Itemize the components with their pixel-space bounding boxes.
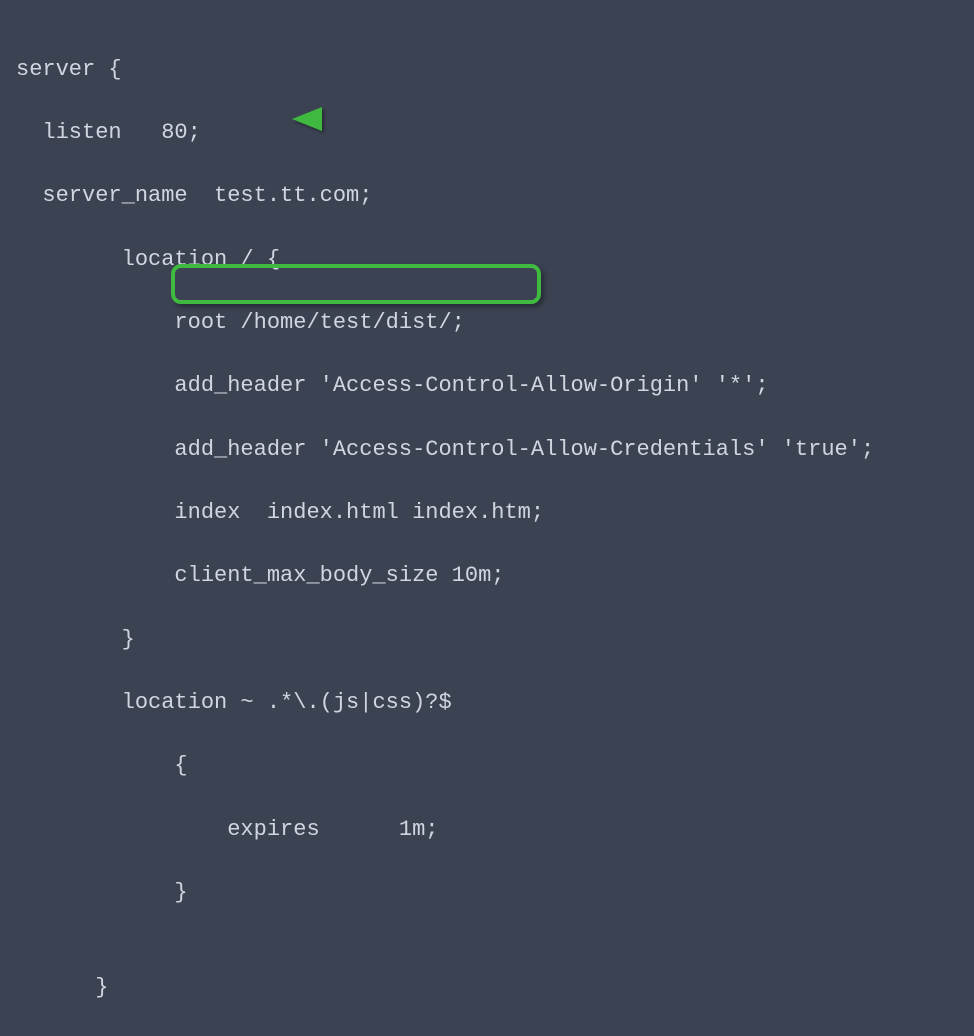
code-line: expires 1m; xyxy=(16,814,958,846)
code-line: add_header 'Access-Control-Allow-Origin'… xyxy=(16,370,958,402)
code-line: server_name test.tt.com; xyxy=(16,180,958,212)
code-line: } xyxy=(16,624,958,656)
code-line: { xyxy=(16,750,958,782)
code-line: location ~ .*\.(js|css)?$ xyxy=(16,687,958,719)
nginx-config-code: server { listen 80; server_name test.tt.… xyxy=(16,22,958,1036)
highlight-annotation xyxy=(171,264,541,304)
code-line: index index.html index.htm; xyxy=(16,497,958,529)
code-line: } xyxy=(16,972,958,1004)
code-line: add_header 'Access-Control-Allow-Credent… xyxy=(16,434,958,466)
code-line: server { xyxy=(16,54,958,86)
code-line-highlighted: client_max_body_size 10m; xyxy=(16,560,958,592)
code-line: listen 80; xyxy=(16,117,958,149)
code-line: root /home/test/dist/; xyxy=(16,307,958,339)
code-line: } xyxy=(16,877,958,909)
